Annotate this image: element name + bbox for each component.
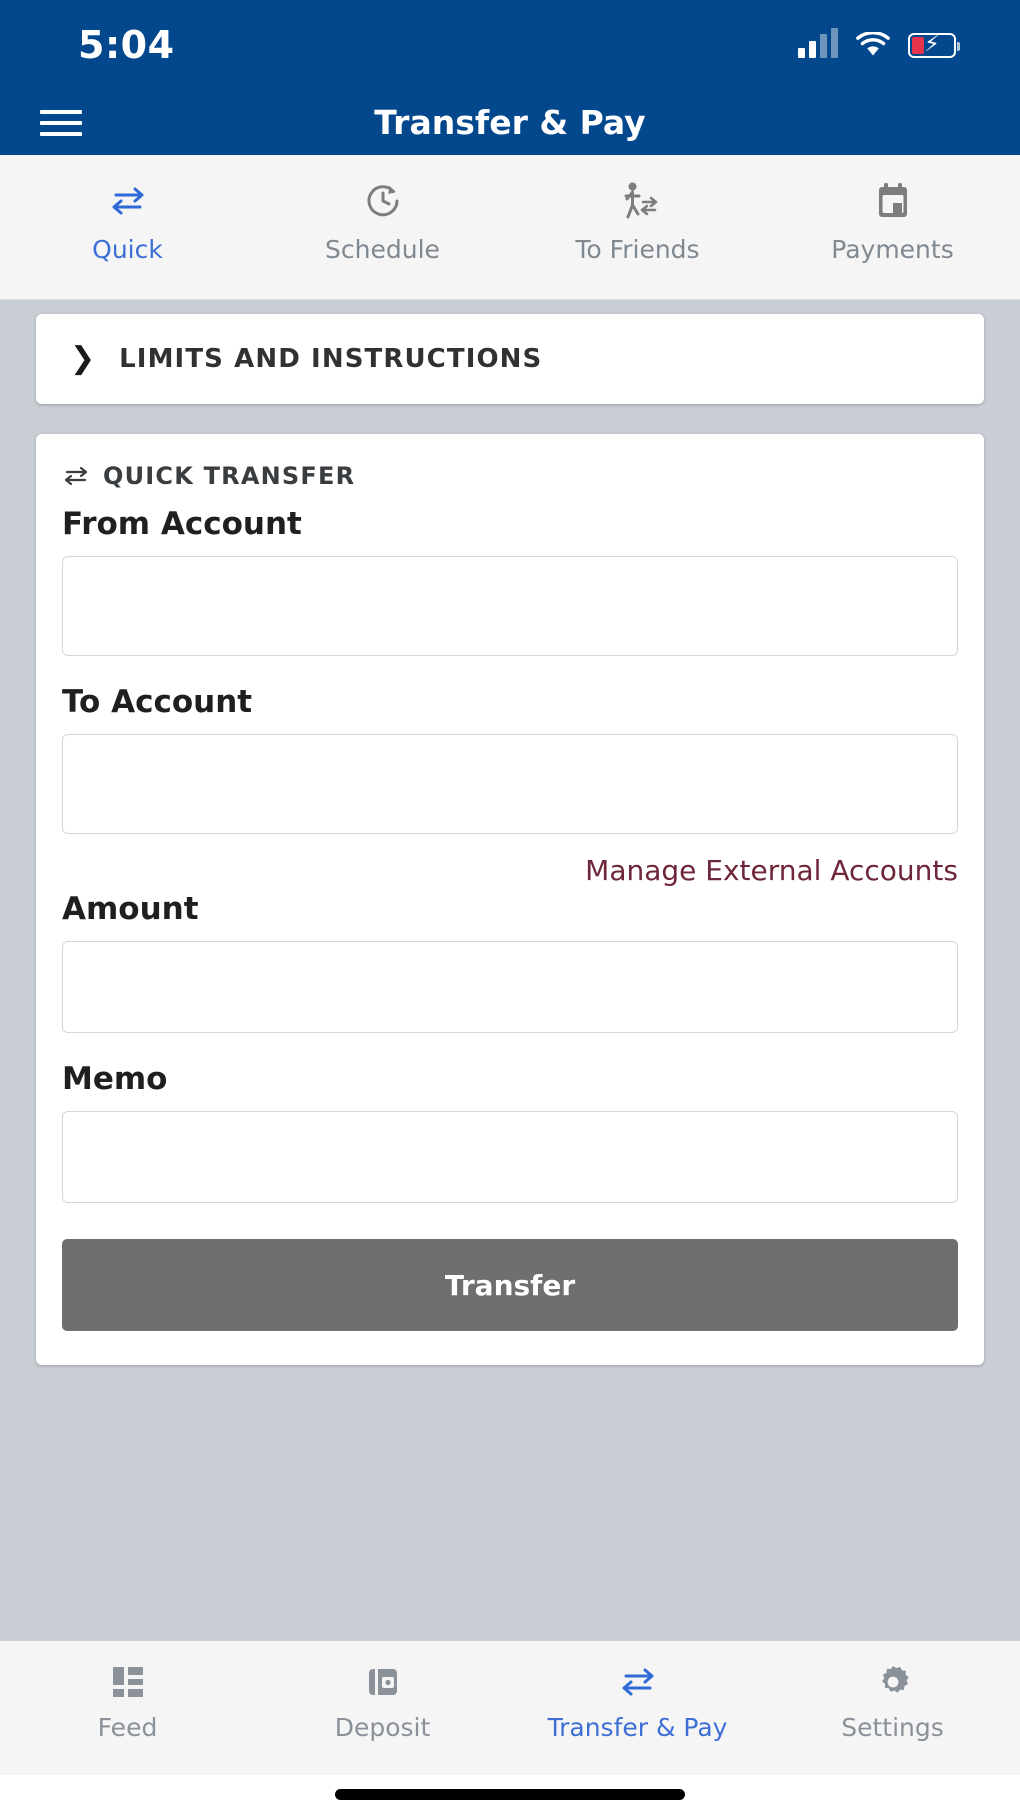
- gear-icon: [876, 1663, 910, 1701]
- bottom-navigation-bar: Feed Deposit Transfer & Pay Settings: [0, 1640, 1020, 1775]
- clock-refresh-icon: [363, 181, 403, 221]
- hamburger-menu-icon[interactable]: [40, 109, 82, 136]
- calendar-icon: [875, 181, 911, 221]
- status-bar-time: 5:04: [78, 23, 175, 67]
- nav-item-transfer-and-pay-label: Transfer & Pay: [547, 1713, 728, 1742]
- transfer-arrows-icon: [618, 1663, 658, 1701]
- tab-to-friends[interactable]: To Friends: [510, 181, 765, 299]
- nav-item-transfer-and-pay[interactable]: Transfer & Pay: [510, 1663, 765, 1775]
- dashboard-grid-icon: [111, 1663, 145, 1701]
- status-bar-icons: ⚡: [798, 28, 960, 58]
- app-header: Transfer & Pay: [0, 90, 1020, 155]
- cellular-signal-icon: [798, 28, 838, 58]
- tab-payments[interactable]: Payments: [765, 181, 1020, 299]
- wallet-icon: [366, 1663, 400, 1701]
- limits-and-instructions-card[interactable]: ❯ LIMITS AND INSTRUCTIONS: [36, 314, 984, 404]
- nav-item-settings-label: Settings: [841, 1713, 944, 1742]
- quick-transfer-title: QUICK TRANSFER: [103, 462, 356, 490]
- tab-to-friends-label: To Friends: [575, 235, 700, 264]
- transfer-arrows-icon: [108, 181, 148, 221]
- home-indicator-area: [0, 1775, 1020, 1813]
- wifi-icon: [856, 31, 890, 58]
- status-bar: 5:04 ⚡: [0, 0, 1020, 90]
- amount-input[interactable]: [62, 941, 958, 1033]
- tab-schedule-label: Schedule: [325, 235, 440, 264]
- tab-quick[interactable]: Quick: [0, 181, 255, 299]
- transfer-arrows-icon: [62, 465, 90, 487]
- nav-item-deposit[interactable]: Deposit: [255, 1663, 510, 1775]
- quick-transfer-card: QUICK TRANSFER From Account To Account M…: [36, 434, 984, 1365]
- to-account-input[interactable]: [62, 734, 958, 834]
- page-title: Transfer & Pay: [374, 103, 646, 142]
- nav-item-feed-label: Feed: [97, 1713, 158, 1742]
- chevron-right-icon: ❯: [70, 341, 96, 376]
- person-transfer-icon: [617, 181, 659, 221]
- to-account-label: To Account: [62, 684, 253, 720]
- from-account-label: From Account: [62, 506, 302, 542]
- nav-item-feed[interactable]: Feed: [0, 1663, 255, 1775]
- battery-charging-icon: ⚡: [908, 32, 960, 58]
- manage-external-accounts-link[interactable]: Manage External Accounts: [585, 854, 958, 887]
- main-content: ❯ LIMITS AND INSTRUCTIONS QUICK TRANSFER…: [0, 300, 1020, 1640]
- amount-label: Amount: [62, 891, 199, 927]
- segment-tab-bar: Quick Schedule To Friends Payments: [0, 155, 1020, 300]
- memo-input[interactable]: [62, 1111, 958, 1203]
- mobile-app-screen: 5:04 ⚡ Transfer & Pay Quick Schedule To …: [0, 0, 1020, 1813]
- manage-external-accounts-row: Manage External Accounts: [62, 854, 958, 887]
- quick-transfer-header: QUICK TRANSFER: [62, 462, 958, 490]
- home-indicator[interactable]: [335, 1788, 685, 1800]
- memo-label: Memo: [62, 1061, 168, 1097]
- transfer-submit-button[interactable]: Transfer: [62, 1239, 958, 1331]
- from-account-input[interactable]: [62, 556, 958, 656]
- tab-schedule[interactable]: Schedule: [255, 181, 510, 299]
- tab-payments-label: Payments: [831, 235, 954, 264]
- limits-and-instructions-label: LIMITS AND INSTRUCTIONS: [119, 344, 543, 374]
- nav-item-settings[interactable]: Settings: [765, 1663, 1020, 1775]
- tab-quick-label: Quick: [92, 235, 163, 264]
- nav-item-deposit-label: Deposit: [334, 1713, 431, 1742]
